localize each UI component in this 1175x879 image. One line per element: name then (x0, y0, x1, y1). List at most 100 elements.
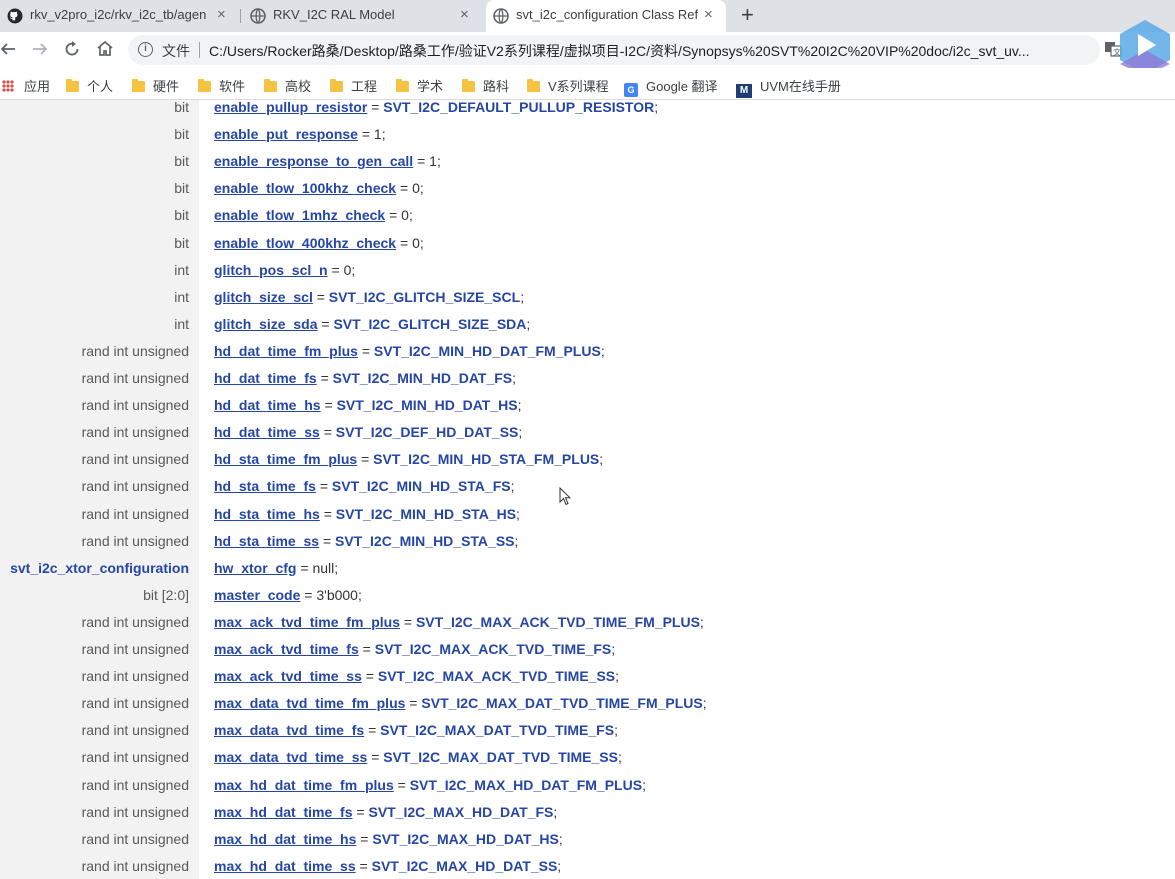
bookmark-folder[interactable]: 软件 (198, 76, 245, 95)
member-default-value: null (312, 559, 335, 576)
assignment-operator: = (352, 803, 369, 820)
folder-icon (132, 79, 145, 92)
member-name-link[interactable]: max_data_tvd_time_ss (214, 749, 367, 765)
member-name-link[interactable]: enable_pullup_resistor (214, 100, 367, 115)
tab-ral-model[interactable]: RKV_I2C RAL Model × (243, 0, 483, 32)
bookmark-label: 应用 (24, 79, 51, 94)
member-type: bit (174, 207, 189, 224)
member-default-value: SVT_I2C_MAX_HD_DAT_HS (372, 830, 559, 847)
member-name-link[interactable]: max_data_tvd_time_fs (214, 722, 364, 738)
folder-icon (330, 79, 343, 92)
member-row: rand int unsigned max_data_tvd_time_ss = … (0, 749, 1175, 776)
member-declaration: hd_sta_time_fm_plus = SVT_I2C_MIN_HD_STA… (214, 451, 603, 467)
url-text[interactable]: C:/Users/Rocker路桑/Desktop/路桑工作/验证V2系列课程/… (209, 41, 1030, 61)
bookmark-uvm-manual[interactable]: M UVM在线手册 (736, 76, 841, 98)
assignment-operator: = (364, 722, 381, 739)
member-declaration: max_hd_dat_time_ss = SVT_I2C_MAX_HD_DAT_… (214, 858, 561, 874)
member-name-link[interactable]: max_ack_tvd_time_fm_plus (214, 614, 400, 630)
bookmark-folder[interactable]: 工程 (330, 76, 377, 95)
member-default-value: 0 (401, 207, 409, 224)
member-type: rand int unsigned (81, 830, 189, 847)
member-name-link[interactable]: max_data_tvd_time_fm_plus (214, 695, 405, 711)
bookmark-folder[interactable]: V系列课程 (527, 76, 609, 95)
tab-close-icon[interactable]: × (217, 6, 226, 24)
member-declaration: max_ack_tvd_time_fm_plus = SVT_I2C_MAX_A… (214, 614, 704, 630)
member-name-link[interactable]: hd_sta_time_fm_plus (214, 451, 357, 467)
member-name-link[interactable]: hd_sta_time_ss (214, 533, 319, 549)
member-name-link[interactable]: hd_dat_time_fs (214, 370, 317, 386)
member-row: bit enable_tlow_100khz_check = 0; (0, 180, 1175, 207)
bookmark-folder[interactable]: 学术 (396, 76, 443, 95)
member-name-link[interactable]: max_hd_dat_time_ss (214, 858, 356, 874)
member-declaration: glitch_size_scl = SVT_I2C_GLITCH_SIZE_SC… (214, 289, 524, 305)
assignment-operator: = (316, 370, 333, 386)
member-type-link[interactable]: svt_i2c_xtor_configuration (10, 560, 189, 576)
tab-title: svt_i2c_configuration Class Ref (516, 7, 698, 22)
tab-rkv-repo[interactable]: rkv_v2pro_i2c/rkv_i2c_tb/agen × (0, 0, 240, 32)
member-default-value: SVT_I2C_MIN_HD_STA_SS (335, 532, 515, 549)
folder-icon (527, 79, 540, 92)
semicolon: ; (518, 424, 523, 441)
bookmark-google-translate[interactable]: G Google 翻译 (624, 76, 718, 97)
member-name-link[interactable]: enable_response_to_gen_call (214, 153, 413, 169)
back-arrow-icon[interactable] (0, 41, 16, 57)
member-name-link[interactable]: max_ack_tvd_time_fs (214, 641, 359, 657)
member-name-link[interactable]: hd_dat_time_ss (214, 424, 320, 440)
assignment-operator: = (315, 478, 332, 495)
member-name-link[interactable]: enable_tlow_1mhz_check (214, 207, 385, 223)
member-name-link[interactable]: glitch_size_scl (214, 289, 313, 305)
member-name-link[interactable]: enable_tlow_400khz_check (214, 235, 396, 251)
member-name-link[interactable]: hd_dat_time_hs (214, 397, 321, 413)
member-default-value: SVT_I2C_DEFAULT_PULLUP_RESISTOR (383, 100, 655, 115)
member-name-link[interactable]: hd_dat_time_fm_plus (214, 343, 358, 359)
forward-arrow-icon[interactable] (32, 41, 48, 57)
member-name-link[interactable]: glitch_size_sda (214, 316, 318, 332)
bookmark-folder[interactable]: 路科 (462, 76, 509, 95)
member-declaration: hd_sta_time_fs = SVT_I2C_MIN_HD_STA_FS; (214, 478, 514, 494)
member-name-link[interactable]: hd_sta_time_fs (214, 478, 316, 494)
member-name-link[interactable]: max_hd_dat_time_fs (214, 804, 353, 820)
semicolon: ; (334, 559, 339, 576)
member-name-link[interactable]: enable_put_response (214, 126, 358, 142)
semicolon: ; (654, 100, 659, 115)
member-name-link[interactable]: glitch_pos_scl_n (214, 262, 328, 278)
tab-title: rkv_v2pro_i2c/rkv_i2c_tb/agen (30, 7, 207, 22)
bookmark-folder[interactable]: 硬件 (132, 76, 179, 95)
member-type: rand int unsigned (81, 424, 189, 441)
tab-svt-i2c-configuration[interactable]: svt_i2c_configuration Class Ref × (486, 0, 726, 32)
member-type: rand int unsigned (81, 478, 189, 495)
member-name-link[interactable]: max_ack_tvd_time_ss (214, 668, 362, 684)
bookmark-apps[interactable]: 应用 (2, 76, 50, 95)
semicolon: ; (611, 641, 616, 657)
site-info-icon[interactable]: i (138, 42, 153, 57)
member-type: rand int unsigned (81, 451, 189, 468)
member-row: svt_i2c_xtor_configuration hw_xtor_cfg = … (0, 560, 1175, 587)
home-icon[interactable] (96, 40, 114, 57)
member-default-value: SVT_I2C_GLITCH_SIZE_SCL (328, 288, 521, 305)
bookmark-label: 路科 (483, 79, 510, 94)
member-row: bit enable_put_response = 1; (0, 126, 1175, 153)
member-row: rand int unsigned hd_sta_time_hs = SVT_I2… (0, 506, 1175, 533)
member-name-link[interactable]: enable_tlow_100khz_check (214, 180, 396, 196)
member-name-link[interactable]: master_code (214, 587, 300, 603)
bookmark-label: 学术 (417, 79, 444, 94)
address-bar[interactable]: i 文件 C:/Users/Rocker路桑/Desktop/路桑工作/验证V2… (128, 35, 1100, 65)
tab-close-icon[interactable]: × (704, 6, 713, 24)
bookmark-folder[interactable]: 高校 (264, 76, 311, 95)
member-default-value: 0 (412, 180, 420, 197)
tab-close-icon[interactable]: × (460, 6, 469, 24)
new-tab-button[interactable]: + (741, 4, 754, 26)
member-name-link[interactable]: max_hd_dat_time_fm_plus (214, 777, 394, 793)
bookmark-folder[interactable]: 个人 (66, 76, 113, 95)
member-name-link[interactable]: hw_xtor_cfg (214, 560, 296, 576)
member-declaration: max_data_tvd_time_fs = SVT_I2C_MAX_DAT_T… (214, 722, 618, 738)
assignment-operator: = (357, 451, 374, 468)
member-default-value: 1 (429, 153, 437, 170)
semicolon: ; (557, 857, 562, 874)
member-default-value: 3'b000 (316, 586, 358, 603)
member-name-link[interactable]: max_hd_dat_time_hs (214, 831, 356, 847)
member-row: rand int unsigned hd_dat_time_hs = SVT_I2… (0, 397, 1175, 424)
member-declaration: hd_dat_time_fs = SVT_I2C_MIN_HD_DAT_FS; (214, 370, 516, 386)
member-name-link[interactable]: hd_sta_time_hs (214, 506, 320, 522)
reload-icon[interactable] (64, 41, 80, 57)
